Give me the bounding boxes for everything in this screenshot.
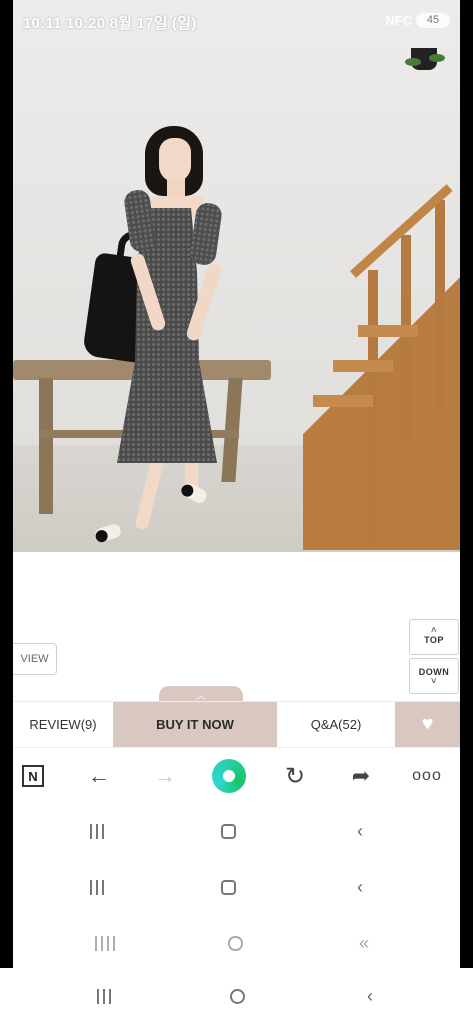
stair-step: [333, 360, 393, 372]
plant-leaf: [429, 54, 445, 62]
product-photo[interactable]: 10:11 10:20 8월 17일 (일) NFC 45: [13, 0, 460, 552]
stair-post: [401, 235, 411, 445]
share-icon: ➦: [351, 763, 371, 788]
heart-icon: ♥: [421, 713, 434, 735]
tab-qa[interactable]: Q&A(52): [277, 702, 395, 747]
recent-apps-icon[interactable]: [84, 968, 124, 1024]
stair-post: [435, 200, 445, 410]
buy-it-now-button[interactable]: BUY IT NOW: [113, 702, 277, 747]
refresh-button[interactable]: ↻: [275, 748, 315, 804]
chevron-up-icon: ︿: [196, 690, 206, 702]
stair-step: [358, 325, 418, 337]
recent-apps-icon[interactable]: [77, 803, 117, 859]
home-green-button[interactable]: [209, 748, 249, 804]
collapse-handle[interactable]: ︿: [159, 686, 243, 702]
green-circle-icon: [212, 759, 246, 793]
chevron-up-icon: ˄: [431, 625, 437, 635]
view-button[interactable]: VIEW: [13, 643, 57, 675]
forward-button[interactable]: →: [145, 748, 185, 804]
browser-toolbar: N ← → ↻ ➦ ooo: [13, 747, 460, 804]
home-icon[interactable]: [215, 915, 255, 968]
status-time: 10:11 10:20 8월 17일 (일): [23, 15, 197, 32]
home-icon[interactable]: [208, 803, 248, 859]
nav-row: ‹: [13, 859, 460, 915]
n-logo-icon: N: [22, 765, 44, 787]
status-icons: NFC: [385, 13, 412, 28]
system-nav-bar: ‹: [0, 968, 473, 1024]
status-bar: 10:11 10:20 8월 17일 (일) NFC 45: [13, 0, 460, 40]
app-frame: 10:11 10:20 8월 17일 (일) NFC 45 VIEW ˄ TOP…: [13, 0, 460, 968]
home-icon[interactable]: [217, 968, 257, 1024]
chevron-down-icon: ˅: [431, 676, 437, 686]
home-icon[interactable]: [208, 859, 248, 915]
plant-leaf: [405, 58, 421, 66]
stair-step: [313, 395, 373, 407]
model-face: [159, 138, 191, 182]
arrow-right-icon: →: [154, 763, 176, 788]
naver-button[interactable]: N: [13, 748, 53, 804]
scroll-top-label: TOP: [424, 635, 444, 645]
back-nav-icon[interactable]: «: [344, 915, 384, 968]
back-nav-icon[interactable]: ‹: [340, 859, 380, 915]
product-tab-bar: REVIEW(9) BUY IT NOW Q&A(52) ♥: [13, 701, 460, 747]
more-icon: ooo: [412, 767, 442, 784]
arrow-left-icon: ←: [88, 763, 110, 788]
scroll-down-button[interactable]: DOWN ˅: [409, 658, 459, 694]
back-button[interactable]: ←: [79, 748, 119, 804]
back-nav-icon[interactable]: ‹: [350, 968, 390, 1024]
battery-icon: 45: [416, 13, 450, 28]
nav-row: «: [13, 915, 460, 968]
share-button[interactable]: ➦: [341, 748, 381, 804]
recent-apps-icon[interactable]: [85, 915, 125, 968]
tab-review[interactable]: REVIEW(9): [13, 702, 113, 747]
recent-apps-icon[interactable]: [77, 859, 117, 915]
scroll-top-button[interactable]: ˄ TOP: [409, 619, 459, 655]
wishlist-button[interactable]: ♥: [395, 702, 460, 747]
back-nav-icon[interactable]: ‹: [340, 803, 380, 859]
nav-row: ‹: [13, 803, 460, 859]
bench-leg: [39, 378, 53, 514]
more-button[interactable]: ooo: [407, 748, 447, 804]
refresh-icon: ↻: [284, 762, 306, 790]
